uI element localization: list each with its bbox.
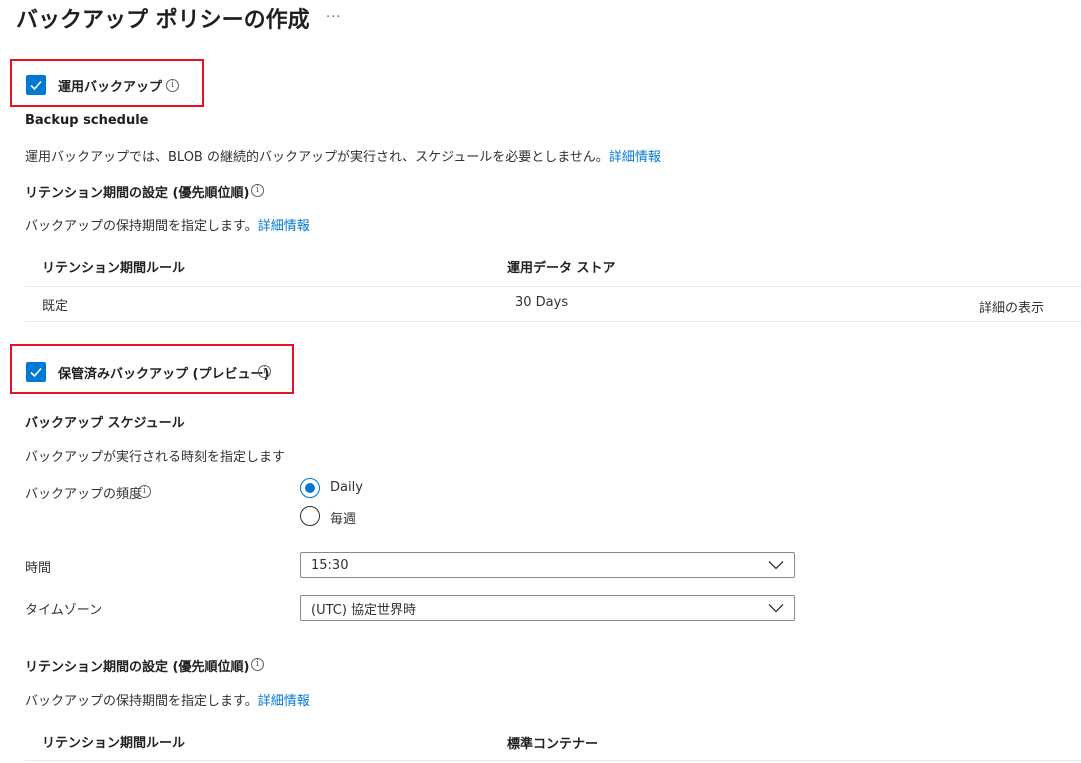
frequency-daily-label[interactable]: Daily — [330, 480, 363, 495]
table-cell-store: 30 Days — [515, 295, 569, 310]
timezone-dropdown[interactable]: (UTC) 協定世界時 — [300, 595, 795, 621]
frequency-label: バックアップの頻度 — [25, 487, 143, 502]
retention-description-text: バックアップの保持期間を指定します。 — [25, 219, 258, 234]
frequency-daily-radio[interactable] — [300, 478, 320, 498]
radio-selected-dot — [305, 483, 315, 493]
checkmark-icon — [30, 80, 42, 91]
time-dropdown-value: 15:30 — [311, 557, 349, 573]
time-dropdown[interactable]: 15:30 — [300, 552, 795, 578]
table-divider — [25, 286, 1081, 287]
operational-schedule-description: 運用バックアップでは、BLOB の継続的バックアップが実行され、スケジュールを必… — [25, 146, 661, 165]
timezone-dropdown-value: (UTC) 協定世界時 — [311, 602, 417, 618]
vaulted-retention-heading: リテンション期間の設定 (優先順位順) — [25, 660, 250, 675]
table-divider — [25, 760, 1081, 761]
info-icon[interactable]: i — [258, 365, 271, 378]
page-title: バックアップ ポリシーの作成 — [16, 8, 310, 33]
table-divider — [25, 321, 1081, 322]
schedule-description-text: 運用バックアップでは、BLOB の継続的バックアップが実行され、スケジュールを必… — [25, 150, 609, 165]
info-icon[interactable]: i — [166, 79, 179, 92]
learn-more-link[interactable]: 詳細情報 — [258, 694, 310, 709]
operational-backup-label: 運用バックアップ — [58, 80, 163, 95]
vaulted-schedule-heading: バックアップ スケジュール — [25, 416, 185, 431]
retention-description: バックアップの保持期間を指定します。詳細情報 — [25, 215, 310, 234]
vaulted-backup-label: 保管済みバックアップ (プレビュー) — [58, 367, 270, 382]
learn-more-link[interactable]: 詳細情報 — [609, 150, 661, 165]
info-icon[interactable]: i — [251, 184, 264, 197]
operational-backup-checkbox[interactable] — [26, 75, 46, 95]
table-cell-rule: 既定 — [42, 299, 69, 314]
chevron-down-icon — [768, 604, 784, 613]
more-options-button[interactable]: ··· — [326, 10, 341, 25]
column-header-retention-rule: リテンション期間ルール — [42, 261, 186, 276]
column-header-standard-container: 標準コンテナー — [507, 737, 599, 752]
view-details-link[interactable]: 詳細の表示 — [979, 297, 1044, 316]
info-icon[interactable]: i — [251, 658, 264, 671]
column-header-operational-store: 運用データ ストア — [507, 261, 616, 276]
vaulted-retention-description: バックアップの保持期間を指定します。詳細情報 — [25, 690, 310, 709]
vaulted-schedule-description: バックアップが実行される時刻を指定します — [25, 450, 286, 465]
backup-schedule-heading: Backup schedule — [25, 113, 149, 128]
learn-more-link[interactable]: 詳細情報 — [258, 219, 310, 234]
vaulted-backup-checkbox[interactable] — [26, 362, 46, 382]
frequency-weekly-label[interactable]: 毎週 — [330, 508, 356, 527]
timezone-label: タイムゾーン — [25, 603, 103, 618]
checkmark-icon — [30, 367, 42, 378]
chevron-down-icon — [768, 561, 784, 570]
time-label: 時間 — [25, 561, 52, 576]
column-header-retention-rule: リテンション期間ルール — [42, 736, 186, 751]
info-icon[interactable]: i — [138, 485, 151, 498]
retention-description-text: バックアップの保持期間を指定します。 — [25, 694, 258, 709]
retention-heading: リテンション期間の設定 (優先順位順) — [25, 186, 250, 201]
frequency-weekly-radio[interactable] — [300, 506, 320, 526]
